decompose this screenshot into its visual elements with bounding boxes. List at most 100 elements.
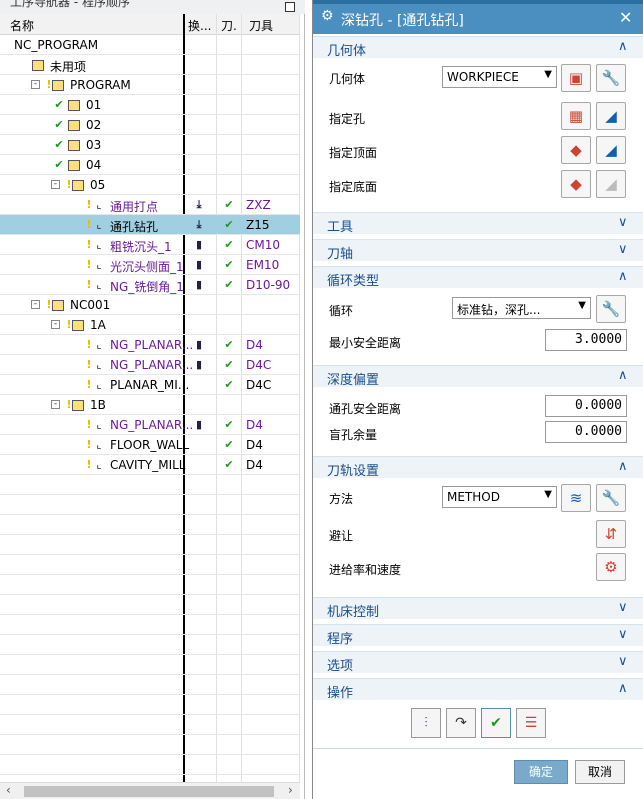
table-row[interactable]: -! 05 xyxy=(0,175,300,195)
new-method-icon[interactable]: ≋ xyxy=(561,484,591,512)
table-row[interactable]: ! ⌞ 粗铣沉头_1 ▮ ✔ CM10 xyxy=(0,235,300,255)
collapse-toggle-icon[interactable]: - xyxy=(51,180,60,189)
column-name[interactable]: 名称 xyxy=(10,17,34,34)
replay-icon[interactable]: ↷ xyxy=(446,708,476,738)
section-machine-control[interactable]: 机床控制 ∨ xyxy=(313,597,643,620)
table-row[interactable]: ! ⌞ PLANAR_MI... ✔ D4C xyxy=(0,375,300,395)
through-clearance-input[interactable]: 0.0000 xyxy=(545,395,627,417)
scrollbar-thumb[interactable] xyxy=(24,786,274,797)
table-row[interactable]: -! NC001 xyxy=(0,295,300,315)
collapse-toggle-icon[interactable]: - xyxy=(51,320,60,329)
edit-wrench-icon[interactable]: 🔧 xyxy=(596,295,626,323)
navigator-checkbox[interactable] xyxy=(285,2,295,12)
program-folder-icon xyxy=(68,120,80,131)
section-cycle-type[interactable]: 循环类型 ∧ xyxy=(313,266,643,289)
collapse-toggle-icon[interactable]: - xyxy=(31,80,40,89)
cycle-select[interactable]: 标准钻，深孔... ▼ xyxy=(452,297,591,319)
program-folder-icon xyxy=(52,300,64,311)
section-geometry[interactable]: 几何体 ∧ xyxy=(313,36,643,59)
section-tool[interactable]: 工具 ∨ xyxy=(313,212,643,235)
column-tool[interactable]: 刀具 xyxy=(249,17,273,34)
table-row[interactable] xyxy=(0,515,300,535)
table-row[interactable]: ! ⌞ NG_铣倒角_1 ▮ ✔ D10-90 xyxy=(0,275,300,295)
verify-icon[interactable]: ✔ xyxy=(481,708,511,738)
table-row[interactable] xyxy=(0,495,300,515)
column-change[interactable]: 换... xyxy=(188,17,211,34)
table-row[interactable]: ! ⌞ CAVITY_MILL ✔ D4 xyxy=(0,455,300,475)
table-row[interactable]: NC_PROGRAM xyxy=(0,35,300,55)
scroll-left-icon[interactable]: ‹ xyxy=(6,783,11,797)
select-bottom-face-icon[interactable]: ◆ xyxy=(561,170,591,198)
chevron-up-icon[interactable]: ∧ xyxy=(618,459,628,474)
chevron-down-icon[interactable]: ∨ xyxy=(618,600,628,615)
cycle-value: 标准钻，深孔... xyxy=(457,303,541,317)
chevron-up-icon[interactable]: ∧ xyxy=(618,368,628,383)
chevron-up-icon[interactable]: ∧ xyxy=(618,681,628,696)
chevron-down-icon[interactable]: ∨ xyxy=(618,627,628,642)
horizontal-scrollbar[interactable]: ‹ › xyxy=(0,782,300,799)
chevron-down-icon[interactable]: ∨ xyxy=(618,215,628,230)
ok-button[interactable]: 确定 xyxy=(514,760,568,784)
column-path[interactable]: 刀. xyxy=(221,17,237,34)
table-row[interactable] xyxy=(0,675,300,695)
table-row[interactable]: ! ⌞ 光沉头侧面_1 ▮ ✔ EM10 xyxy=(0,255,300,275)
section-actions[interactable]: 操作 ∧ xyxy=(313,678,643,701)
blind-stock-input[interactable]: 0.0000 xyxy=(545,421,627,443)
chevron-down-icon[interactable]: ∨ xyxy=(618,654,628,669)
table-row[interactable] xyxy=(0,555,300,575)
table-row[interactable]: ✔ 02 xyxy=(0,115,300,135)
close-icon[interactable]: ✕ xyxy=(619,8,632,27)
gear-icon[interactable]: ⚙ xyxy=(321,8,334,24)
section-options[interactable]: 选项 ∨ xyxy=(313,651,643,674)
table-row[interactable] xyxy=(0,695,300,715)
table-row[interactable]: ! ⌞ NG_PLANAR... ▮ ✔ D4C xyxy=(0,355,300,375)
section-path-settings[interactable]: 刀轨设置 ∧ xyxy=(313,456,643,479)
table-row[interactable] xyxy=(0,535,300,555)
table-row[interactable]: ✔ 03 xyxy=(0,135,300,155)
avoidance-icon[interactable]: ⇵ xyxy=(596,520,626,548)
select-top-face-icon[interactable]: ◆ xyxy=(561,136,591,164)
table-row[interactable]: ! ⌞ FLOOR_WALL ✔ D4 xyxy=(0,435,300,455)
generate-icon[interactable]: ⫶ xyxy=(411,708,441,738)
scroll-right-icon[interactable]: › xyxy=(288,783,293,797)
chevron-up-icon[interactable]: ∧ xyxy=(618,269,628,284)
cancel-button[interactable]: 取消 xyxy=(575,760,625,784)
min-clearance-input[interactable]: 3.0000 xyxy=(545,329,627,351)
table-row[interactable]: 未用项 xyxy=(0,55,300,75)
table-row[interactable]: ! ⌞ NG_PLANAR... ▮ ✔ D4 xyxy=(0,335,300,355)
flashlight-icon[interactable]: ◢ xyxy=(596,136,626,164)
table-row[interactable] xyxy=(0,715,300,735)
table-row[interactable] xyxy=(0,575,300,595)
select-holes-icon[interactable]: ▦ xyxy=(561,102,591,130)
table-row[interactable]: ! ⌞ 通用打点 ⤓ ✔ ZXZ xyxy=(0,195,300,215)
collapse-toggle-icon[interactable]: - xyxy=(51,400,60,409)
chevron-down-icon[interactable]: ∨ xyxy=(618,242,628,257)
new-geometry-icon[interactable]: ▣ xyxy=(561,64,591,92)
table-row[interactable] xyxy=(0,475,300,495)
table-row[interactable]: ✔ 01 xyxy=(0,95,300,115)
flashlight-icon[interactable]: ◢ xyxy=(596,102,626,130)
table-row[interactable]: -! 1B xyxy=(0,395,300,415)
section-depth-offset[interactable]: 深度偏置 ∧ xyxy=(313,365,643,388)
section-tool-axis[interactable]: 刀轴 ∨ xyxy=(313,239,643,262)
feeds-speeds-icon[interactable]: ⚙ xyxy=(596,553,626,581)
collapse-toggle-icon[interactable]: - xyxy=(31,300,40,309)
section-program[interactable]: 程序 ∨ xyxy=(313,624,643,647)
tool-name: CM10 xyxy=(246,238,281,252)
table-row[interactable] xyxy=(0,615,300,635)
edit-wrench-icon[interactable]: 🔧 xyxy=(596,64,626,92)
list-icon[interactable]: ☰ xyxy=(516,708,546,738)
table-row[interactable]: ! ⌞ NG_PLANAR... ▮ ✔ D4 xyxy=(0,415,300,435)
table-row[interactable]: -! 1A xyxy=(0,315,300,335)
table-row[interactable]: -! PROGRAM xyxy=(0,75,300,95)
table-row[interactable]: ! ⌞ 通孔钻孔 ⤓ ✔ Z15 xyxy=(0,215,300,235)
table-row[interactable]: ✔ 04 xyxy=(0,155,300,175)
chevron-up-icon[interactable]: ∧ xyxy=(618,39,628,54)
geometry-select[interactable]: WORKPIECE ▼ xyxy=(442,66,557,88)
method-select[interactable]: METHOD ▼ xyxy=(442,486,557,508)
table-row[interactable] xyxy=(0,735,300,755)
table-row[interactable] xyxy=(0,635,300,655)
table-row[interactable] xyxy=(0,655,300,675)
table-row[interactable] xyxy=(0,755,300,775)
table-row[interactable] xyxy=(0,595,300,615)
